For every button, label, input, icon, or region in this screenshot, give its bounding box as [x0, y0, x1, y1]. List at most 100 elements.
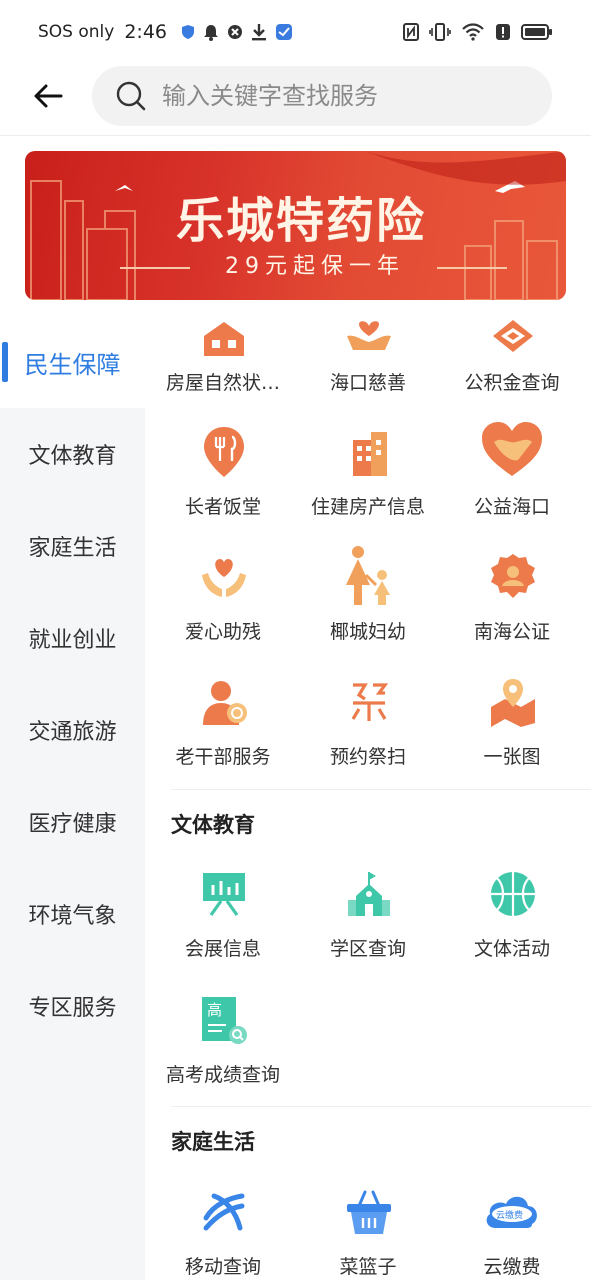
- service-item[interactable]: 高 高考成绩查询: [149, 994, 297, 1114]
- banner-title: 乐城特药险: [175, 193, 426, 249]
- section-divider: [171, 789, 591, 790]
- service-content: 房屋自然状… 海口慈善 公积金查询 长者饭堂 住建房产信息 公益海口 爱心助残 …: [145, 300, 591, 1280]
- service-label: 公益海口: [473, 496, 550, 518]
- service-label: 菜篮子: [339, 1256, 397, 1278]
- sidebar-item-label: 就业创业: [28, 628, 117, 653]
- alert-icon: [495, 23, 511, 41]
- carrier-text: SOS only: [38, 22, 115, 42]
- service-item[interactable]: 老干部服务: [149, 676, 297, 796]
- section-title-jiating: 家庭生活: [171, 1130, 255, 1154]
- service-label: 会展信息: [184, 938, 261, 960]
- download-icon: [251, 23, 267, 41]
- sidebar-item-label: 家庭生活: [28, 536, 117, 561]
- sidebar-item-minsheng[interactable]: 民生保障: [0, 316, 145, 408]
- mobile-logo-icon: [198, 1186, 250, 1238]
- service-item[interactable]: 公益海口: [438, 422, 586, 546]
- service-label: 一张图: [483, 746, 541, 768]
- wifi-icon: [461, 23, 485, 41]
- arrow-left-icon: [33, 83, 63, 113]
- service-label: 南海公证: [473, 621, 550, 643]
- service-label: 云缴费: [483, 1256, 541, 1278]
- search-input[interactable]: [162, 82, 502, 110]
- service-item[interactable]: 一张图: [438, 676, 586, 796]
- category-sidebar: 民生保障 文体教育 家庭生活 就业创业 交通旅游 医疗健康 环境气象 专区服务: [0, 316, 145, 1280]
- service-item[interactable]: 云缴费 云缴费: [438, 1186, 586, 1280]
- basket-icon: [343, 1186, 395, 1238]
- charity-hand-icon: [343, 310, 395, 362]
- exam-score-icon: 高: [198, 994, 250, 1046]
- battery-icon: [521, 23, 553, 41]
- notary-icon: [487, 551, 539, 603]
- exhibition-icon: [198, 868, 250, 920]
- banner-divider: [120, 267, 190, 269]
- service-label: 老干部服务: [175, 746, 271, 768]
- bell-icon: [203, 23, 219, 41]
- service-item[interactable]: 房屋自然状…: [149, 310, 297, 430]
- service-item[interactable]: 海口慈善: [294, 310, 442, 430]
- service-item[interactable]: 移动查询: [149, 1186, 297, 1280]
- service-label: 高考成绩查询: [165, 1064, 280, 1086]
- banner-divider: [437, 267, 507, 269]
- service-item[interactable]: 长者饭堂: [149, 426, 297, 546]
- service-item[interactable]: 菜篮子: [294, 1186, 442, 1280]
- blocked-icon: [227, 24, 243, 40]
- basketball-icon: [487, 868, 539, 920]
- sidebar-item-huanjing[interactable]: 环境气象: [0, 868, 145, 960]
- sidebar-item-label: 民生保障: [24, 350, 121, 379]
- promo-banner[interactable]: 乐城特药险 29元起保一年: [25, 151, 566, 300]
- service-label: 海口慈善: [329, 372, 406, 394]
- sidebar-item-label: 医疗健康: [28, 812, 117, 837]
- banner-subtitle: 29元起保一年: [225, 254, 405, 279]
- sidebar-item-jiating[interactable]: 家庭生活: [0, 500, 145, 592]
- sidebar-item-label: 文体教育: [28, 444, 117, 469]
- sidebar-item-wenti[interactable]: 文体教育: [0, 408, 145, 500]
- service-label: 文体活动: [473, 938, 550, 960]
- service-item[interactable]: 学区查询: [294, 868, 442, 988]
- sidebar-item-jiaotong[interactable]: 交通旅游: [0, 684, 145, 776]
- service-item[interactable]: 文体活动: [438, 868, 586, 988]
- service-label: 公积金查询: [464, 372, 560, 394]
- sidebar-item-jiuye[interactable]: 就业创业: [0, 592, 145, 684]
- service-item[interactable]: 爱心助残: [149, 551, 297, 671]
- exam-glyph: 高: [207, 1001, 222, 1019]
- sidebar-item-label: 交通旅游: [28, 720, 117, 745]
- sidebar-item-label: 环境气象: [28, 904, 117, 929]
- service-label: 房屋自然状…: [165, 372, 280, 394]
- search-bar[interactable]: [92, 66, 552, 126]
- back-button[interactable]: [28, 78, 68, 118]
- love-hands-icon: [198, 551, 250, 603]
- fund-icon: [487, 310, 539, 362]
- shield-icon: [181, 24, 195, 40]
- service-item[interactable]: 公积金查询: [438, 310, 586, 430]
- service-item[interactable]: 南海公证: [438, 551, 586, 671]
- house-icon: [198, 310, 250, 362]
- dining-icon: [198, 426, 250, 478]
- clock: 2:46: [124, 21, 167, 43]
- cloud-pay-icon: 云缴费: [482, 1186, 542, 1238]
- service-item[interactable]: 住建房产信息: [294, 426, 442, 546]
- school-icon: [343, 868, 395, 920]
- active-indicator: [2, 342, 8, 382]
- sidebar-item-zhuanqu[interactable]: 专区服务: [0, 960, 145, 1052]
- service-label: 学区查询: [329, 938, 406, 960]
- service-item[interactable]: 椰城妇幼: [294, 546, 442, 671]
- service-label: 住建房产信息: [310, 496, 425, 518]
- sidebar-item-label: 专区服务: [28, 996, 117, 1021]
- building-icon: [343, 426, 395, 478]
- service-label: 预约祭扫: [329, 746, 406, 768]
- nfc-icon: [403, 23, 419, 41]
- vibrate-icon: [429, 23, 451, 41]
- service-label: 椰城妇幼: [329, 621, 406, 643]
- service-item[interactable]: 预约祭扫: [294, 676, 442, 796]
- status-bar: SOS only 2:46: [0, 0, 591, 64]
- service-label: 移动查询: [184, 1256, 261, 1278]
- section-title-wenti: 文体教育: [171, 813, 255, 837]
- section-divider: [171, 1106, 591, 1107]
- service-label: 长者饭堂: [184, 496, 261, 518]
- elder-service-icon: [198, 676, 250, 728]
- header: [0, 64, 591, 136]
- service-item[interactable]: 会展信息: [149, 868, 297, 988]
- cloud-pay-glyph: 云缴费: [496, 1209, 523, 1221]
- sidebar-item-yiliao[interactable]: 医疗健康: [0, 776, 145, 868]
- search-icon: [114, 79, 148, 113]
